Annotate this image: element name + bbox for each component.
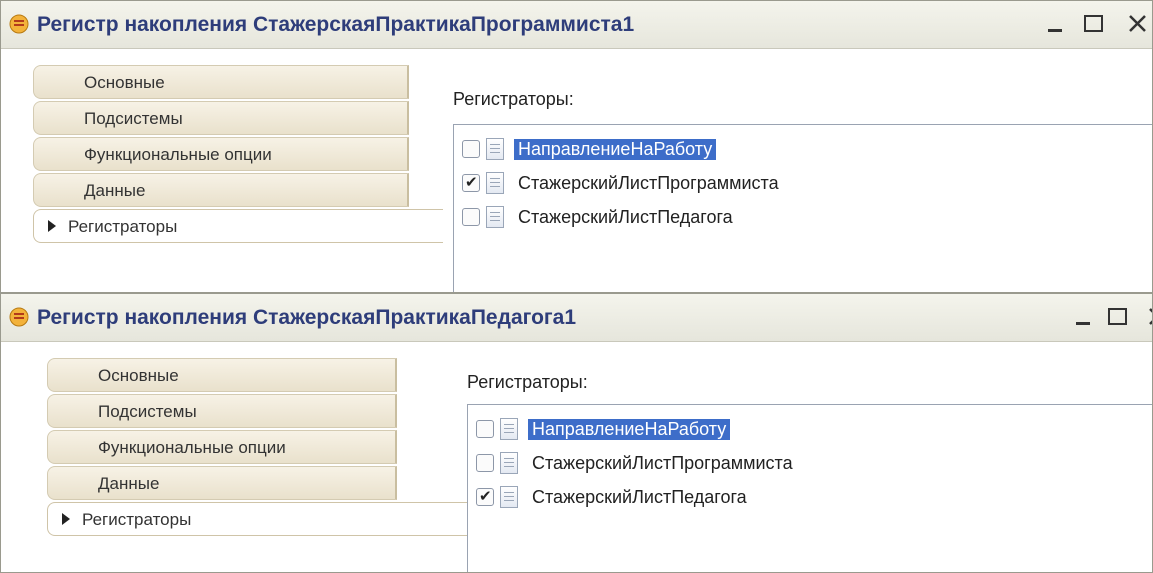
tab-label: Основные [84,73,165,92]
maximize-icon[interactable] [1081,11,1107,37]
registrar-name: СтажерскийЛистПедагога [518,207,733,227]
document-icon [486,206,504,228]
registrars-label: Регистраторы: [453,89,574,109]
register-icon [9,14,29,34]
tab-main[interactable]: Основные [47,358,397,392]
checkmark-icon: ✔ [479,487,492,505]
title-bar[interactable]: Регистр накопления СтажерскаяПрактикаПед… [1,294,1152,342]
checkbox[interactable]: ✔ [462,173,480,192]
tab-subsystems[interactable]: Подсистемы [33,101,409,135]
document-icon [500,486,518,508]
tab-label: Функциональные опции [84,145,272,164]
tab-data[interactable]: Данные [47,466,397,500]
registrar-name: НаправлениеНаРаботу [514,139,717,160]
tab-list: Основные Подсистемы Функциональные опции… [33,65,443,245]
registrars-list[interactable]: НаправлениеНаРаботу СтажерскийЛистПрогра… [467,404,1152,572]
tab-functional-options[interactable]: Функциональные опции [33,137,409,171]
tab-label: Подсистемы [84,109,183,128]
tab-label: Подсистемы [98,402,197,421]
tab-data[interactable]: Данные [33,173,409,207]
tab-label: Данные [84,181,146,200]
tab-label: Данные [98,474,160,493]
minimize-icon[interactable] [1043,11,1069,37]
title-bar[interactable]: Регистр накопления СтажерскаяПрактикаПро… [1,1,1152,49]
window-title: Регистр накопления СтажерскаяПрактикаПед… [37,306,577,329]
triangle-right-icon [62,513,70,525]
document-icon [486,172,504,194]
minimize-icon[interactable] [1071,304,1097,330]
tab-main[interactable]: Основные [33,65,409,99]
tab-registrars[interactable]: Регистраторы [47,502,467,536]
tab-label: Функциональные опции [98,438,286,457]
tab-functional-options[interactable]: Функциональные опции [47,430,397,464]
registrar-name: СтажерскийЛистПедагога [532,487,747,507]
tab-label: Регистраторы [68,217,178,236]
checkbox[interactable] [476,420,494,438]
registrar-name: СтажерскийЛистПрограммиста [518,173,779,193]
maximize-icon[interactable] [1105,304,1131,330]
tab-registrars[interactable]: Регистраторы [33,209,443,243]
close-icon[interactable] [1125,11,1151,37]
checkbox[interactable] [476,454,494,472]
window-body: Основные Подсистемы Функциональные опции… [1,342,1152,572]
triangle-right-icon [48,220,56,232]
close-icon[interactable] [1145,304,1153,330]
window-body: Основные Подсистемы Функциональные опции… [1,49,1152,292]
registrars-list[interactable]: НаправлениеНаРаботу ✔ СтажерскийЛистПрог… [453,124,1152,292]
tab-list: Основные Подсистемы Функциональные опции… [47,358,467,538]
document-icon [486,138,504,160]
tab-subsystems[interactable]: Подсистемы [47,394,397,428]
tab-label: Основные [98,366,179,385]
checkbox[interactable]: ✔ [476,487,494,506]
tab-label: Регистраторы [82,510,192,529]
checkbox[interactable] [462,208,480,226]
checkbox[interactable] [462,140,480,158]
registrar-name: НаправлениеНаРаботу [528,419,731,440]
document-icon [500,418,518,440]
checkmark-icon: ✔ [465,173,478,191]
document-icon [500,452,518,474]
window-register-programmer: Регистр накопления СтажерскаяПрактикаПро… [0,0,1153,293]
window-title: Регистр накопления СтажерскаяПрактикаПро… [37,13,635,36]
window-register-teacher: Регистр накопления СтажерскаяПрактикаПед… [0,293,1153,573]
register-icon [9,307,29,327]
registrar-name: СтажерскийЛистПрограммиста [532,453,793,473]
registrars-label: Регистраторы: [467,372,588,392]
